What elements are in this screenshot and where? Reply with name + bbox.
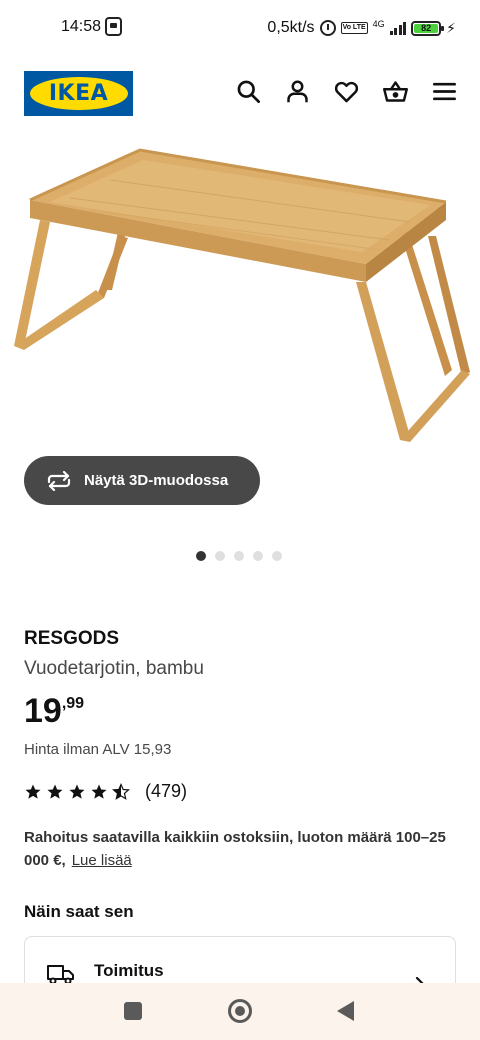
carousel-dot[interactable]: [234, 551, 244, 561]
truck-icon: [47, 965, 74, 985]
recent-apps-button[interactable]: [124, 1002, 142, 1020]
back-button[interactable]: [337, 1001, 354, 1021]
carousel-dot[interactable]: [215, 551, 225, 561]
carousel-dot[interactable]: [253, 551, 263, 561]
product-rating[interactable]: (479): [24, 781, 187, 802]
view-3d-label: Näytä 3D-muodossa: [84, 472, 229, 489]
product-price: 19 ,99: [24, 692, 84, 730]
ikea-logo[interactable]: IKEA: [24, 71, 133, 116]
user-icon[interactable]: [284, 78, 311, 105]
view-3d-button[interactable]: Näytä 3D-muodossa: [24, 456, 260, 505]
system-nav-bar: [0, 983, 480, 1040]
notification-icon: [105, 17, 122, 36]
logo-text: IKEA: [48, 81, 109, 106]
network-speed: 0,5kt/s: [267, 19, 315, 36]
read-more-link[interactable]: Lue lisää: [72, 852, 132, 869]
status-indicators: 0,5kt/s Vo LTE 4G 82 ⚡: [267, 16, 456, 40]
status-bar: 14:58 0,5kt/s Vo LTE 4G 82 ⚡: [0, 0, 480, 56]
product-description: Vuodetarjotin, bambu: [24, 658, 204, 679]
star-full-icon: [47, 784, 63, 799]
signal-icon: [389, 21, 407, 35]
site-header: IKEA: [0, 70, 480, 118]
home-button[interactable]: [228, 999, 252, 1023]
price-ex-vat: Hinta ilman ALV 15,93: [24, 741, 172, 758]
search-icon[interactable]: [235, 78, 262, 105]
alarm-icon: [319, 20, 336, 36]
carousel-indicator: [196, 551, 282, 561]
financing-info: Rahoitus saatavilla kaikkiin ostoksiin, …: [24, 826, 454, 872]
carousel-dot[interactable]: [196, 551, 206, 561]
star-full-icon: [25, 784, 41, 799]
star-full-icon: [91, 784, 107, 799]
price-decimal: ,99: [61, 695, 85, 712]
price-integer: 19: [24, 692, 62, 730]
header-actions: [235, 78, 458, 105]
menu-icon[interactable]: [431, 78, 458, 105]
review-count: (479): [145, 781, 188, 801]
star-half-icon: [112, 782, 130, 800]
availability-title: Näin saat sen: [24, 902, 134, 921]
delivery-label: Toimitus: [94, 961, 164, 980]
logo-oval: IKEA: [29, 77, 128, 110]
rotate-3d-icon: [47, 470, 71, 491]
volte-icon: Vo LTE: [340, 22, 368, 34]
star-full-icon: [69, 784, 85, 799]
rating-stars: [24, 782, 130, 801]
network-type-label: 4G: [372, 18, 385, 29]
product-image[interactable]: [0, 140, 480, 450]
battery-icon: 82: [411, 20, 445, 36]
heart-icon[interactable]: [333, 78, 360, 105]
carousel-dot[interactable]: [272, 551, 282, 561]
status-time: 14:58: [61, 18, 102, 35]
battery-level: 82: [414, 23, 439, 33]
product-name: RESGODS: [24, 628, 120, 649]
basket-icon[interactable]: [382, 78, 409, 105]
charging-icon: ⚡: [446, 19, 456, 36]
